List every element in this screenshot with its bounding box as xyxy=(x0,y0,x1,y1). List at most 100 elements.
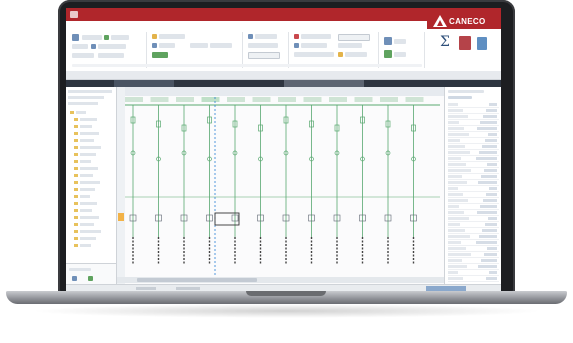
tree-filter[interactable] xyxy=(68,96,104,99)
ribbon-dropdown[interactable] xyxy=(338,34,370,41)
property-row[interactable] xyxy=(448,211,499,216)
ribbon-icon[interactable] xyxy=(152,43,157,48)
property-row[interactable] xyxy=(448,181,499,186)
save-icon[interactable] xyxy=(104,35,109,40)
tree-folder-icon[interactable] xyxy=(74,153,78,156)
ribbon-button[interactable] xyxy=(72,53,94,58)
sigma-icon[interactable]: Σ xyxy=(440,34,450,50)
ribbon-dropdown[interactable] xyxy=(248,52,280,59)
property-row[interactable] xyxy=(448,163,499,168)
property-row[interactable] xyxy=(448,127,499,132)
tree-folder-icon[interactable] xyxy=(74,230,78,233)
tree-item[interactable] xyxy=(80,244,91,247)
property-row[interactable] xyxy=(448,151,499,156)
tree-item[interactable] xyxy=(80,209,92,212)
property-row[interactable] xyxy=(448,187,499,192)
tree-item[interactable] xyxy=(80,188,95,191)
quick-access-icon[interactable] xyxy=(70,11,78,18)
property-row[interactable] xyxy=(448,199,499,204)
property-row[interactable] xyxy=(448,265,499,270)
tree-item[interactable] xyxy=(76,111,86,114)
ribbon-button[interactable] xyxy=(111,35,129,40)
schematic-canvas[interactable] xyxy=(117,87,444,291)
ribbon-button[interactable] xyxy=(301,34,331,39)
tree-item[interactable] xyxy=(80,230,101,233)
tree-item[interactable] xyxy=(80,153,96,156)
tree-folder-icon[interactable] xyxy=(74,209,78,212)
ribbon-button[interactable] xyxy=(345,52,367,57)
ribbon-icon[interactable] xyxy=(294,43,299,48)
property-row[interactable] xyxy=(448,157,499,162)
tree-folder-icon[interactable] xyxy=(74,244,78,247)
tree-item[interactable] xyxy=(80,167,98,170)
ribbon-button[interactable] xyxy=(294,52,334,57)
ribbon-large-button[interactable] xyxy=(477,37,487,50)
property-row[interactable] xyxy=(448,223,499,228)
tree-item[interactable] xyxy=(80,195,90,198)
property-row[interactable] xyxy=(448,271,499,276)
ribbon-button[interactable] xyxy=(248,43,278,48)
tree-item[interactable] xyxy=(80,223,94,226)
ribbon-button[interactable] xyxy=(394,39,406,44)
tree-item[interactable] xyxy=(80,216,99,219)
property-row[interactable] xyxy=(448,133,499,138)
document-tab[interactable] xyxy=(114,80,174,87)
tree-item[interactable] xyxy=(80,139,94,142)
ribbon-icon[interactable] xyxy=(152,52,168,58)
property-row[interactable] xyxy=(448,259,499,264)
property-row[interactable] xyxy=(448,121,499,126)
property-row[interactable] xyxy=(448,229,499,234)
property-row[interactable] xyxy=(448,253,499,258)
ribbon-button[interactable] xyxy=(338,43,362,48)
ribbon-button[interactable] xyxy=(159,43,175,48)
ribbon-button[interactable] xyxy=(159,34,185,39)
tree-folder-icon[interactable] xyxy=(74,139,78,142)
ribbon-button[interactable] xyxy=(82,35,102,40)
ribbon-icon[interactable] xyxy=(294,34,299,39)
tree-folder-icon[interactable] xyxy=(74,216,78,219)
property-row[interactable] xyxy=(448,145,499,150)
tree-folder-icon[interactable] xyxy=(74,195,78,198)
ribbon-icon[interactable] xyxy=(338,52,343,57)
property-row[interactable] xyxy=(448,217,499,222)
tree-folder-icon[interactable] xyxy=(74,237,78,240)
ribbon-button[interactable] xyxy=(394,52,406,57)
tree-item[interactable] xyxy=(80,118,97,121)
ribbon-button[interactable] xyxy=(98,44,126,49)
file-name-tab[interactable] xyxy=(284,80,364,87)
tree-item[interactable] xyxy=(80,132,99,135)
tree-item[interactable] xyxy=(80,202,97,205)
tree-folder-icon[interactable] xyxy=(74,202,78,205)
property-row[interactable] xyxy=(448,205,499,210)
tree-folder-icon[interactable] xyxy=(74,188,78,191)
properties-tab[interactable] xyxy=(448,96,472,99)
ribbon-button[interactable] xyxy=(72,44,88,49)
folder-icon[interactable] xyxy=(72,34,79,41)
property-row[interactable] xyxy=(448,103,499,108)
panel-icon[interactable] xyxy=(88,276,93,281)
zoom-control[interactable] xyxy=(426,286,466,291)
tree-item[interactable] xyxy=(80,125,92,128)
tree-folder-icon[interactable] xyxy=(74,167,78,170)
tree-item[interactable] xyxy=(80,160,91,163)
tree-folder-icon[interactable] xyxy=(74,181,78,184)
property-row[interactable] xyxy=(448,247,499,252)
tree-item[interactable] xyxy=(80,237,96,240)
ribbon-button[interactable] xyxy=(98,53,124,58)
tree-folder-icon[interactable] xyxy=(74,125,78,128)
tree-item[interactable] xyxy=(80,146,101,149)
property-row[interactable] xyxy=(448,139,499,144)
tree-folder-icon[interactable] xyxy=(74,174,78,177)
ribbon-icon[interactable] xyxy=(384,50,392,58)
ribbon-button[interactable] xyxy=(255,34,277,39)
ribbon-button[interactable] xyxy=(301,43,327,48)
tree-folder-icon[interactable] xyxy=(70,111,74,114)
tree-item[interactable] xyxy=(80,174,93,177)
property-row[interactable] xyxy=(448,241,499,246)
property-row[interactable] xyxy=(448,193,499,198)
tree-folder-icon[interactable] xyxy=(74,118,78,121)
property-row[interactable] xyxy=(448,169,499,174)
tree-folder-icon[interactable] xyxy=(74,146,78,149)
panel-icon[interactable] xyxy=(72,276,77,281)
property-row[interactable] xyxy=(448,109,499,114)
